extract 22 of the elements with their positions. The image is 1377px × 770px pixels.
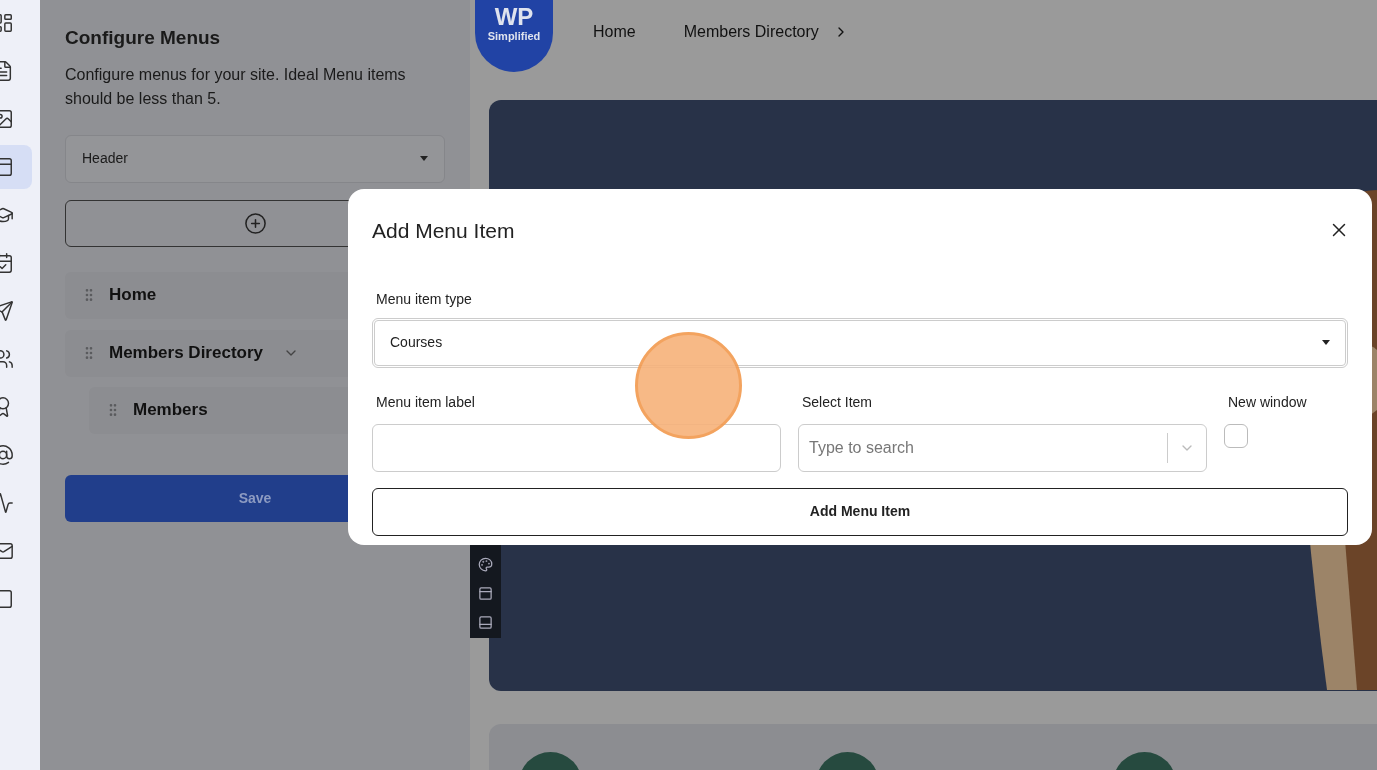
sidebar-item[interactable] xyxy=(0,145,32,189)
field-label: New window xyxy=(1228,392,1308,412)
panel-description: Configure menus for your site. Ideal Menu items should be less than 5. xyxy=(65,64,407,109)
plus-circle-icon xyxy=(243,211,267,235)
modal-title: Add Menu Item xyxy=(372,218,515,244)
panel-top-icon[interactable] xyxy=(478,586,493,601)
menu-item-label: Members Directory xyxy=(109,342,263,365)
palette-icon[interactable] xyxy=(478,557,493,572)
field-label: Select Item xyxy=(802,392,874,412)
input-field[interactable] xyxy=(372,423,781,472)
search-select-field[interactable]: Type to search xyxy=(798,423,1207,472)
caret-icon xyxy=(420,156,428,161)
menu-item-label: Members xyxy=(133,399,208,422)
add-menu-item-button[interactable]: Add Menu Item xyxy=(372,487,1348,536)
nav-link[interactable]: Home xyxy=(593,20,636,44)
site-logo[interactable]: WP Simplified xyxy=(475,0,553,72)
menu-select[interactable]: Header xyxy=(65,134,445,183)
menu-item-label: Home xyxy=(109,284,157,307)
nav-link[interactable]: Members Directory xyxy=(683,20,819,44)
checkbox[interactable] xyxy=(1224,423,1248,448)
panel-bottom-icon[interactable] xyxy=(478,615,493,630)
panel-title: Configure Menus xyxy=(65,26,222,50)
